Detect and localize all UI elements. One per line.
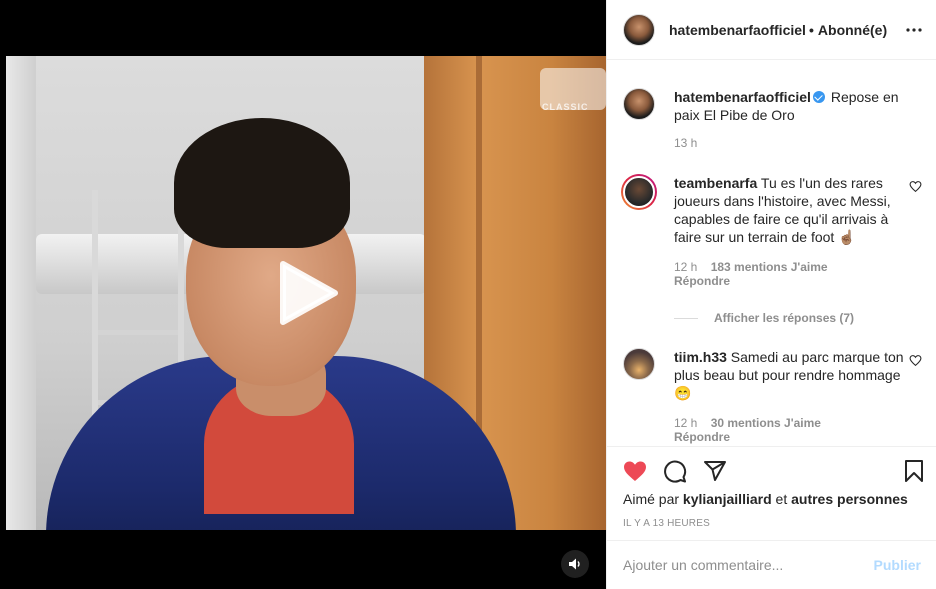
add-comment-bar: Publier (607, 540, 936, 589)
header-separator: • (809, 21, 814, 38)
avatar[interactable] (623, 88, 655, 120)
avatar[interactable] (621, 174, 657, 210)
avatar[interactable] (623, 13, 655, 46)
reply-button[interactable]: Répondre (674, 430, 914, 444)
channel-logo-sub: CLASSIC (542, 102, 589, 112)
bookmark-icon[interactable] (903, 459, 927, 483)
replies-divider (674, 317, 698, 319)
liked-by-prefix: Aimé par (623, 491, 680, 507)
video-scene-hair (174, 118, 350, 248)
comment-username[interactable]: tiim.h33 (674, 349, 727, 365)
more-icon[interactable] (904, 20, 924, 40)
verified-icon (812, 91, 825, 103)
post-header: hatembenarfaofficiel • Abonné(e) (607, 0, 936, 60)
view-replies-label[interactable]: Afficher les réponses (7) (714, 311, 854, 325)
post-timestamp[interactable]: Il y a 13 heures (623, 518, 710, 529)
play-icon[interactable] (273, 258, 343, 328)
video-player[interactable]: CLASSIC (0, 0, 606, 589)
comment-icon[interactable] (663, 459, 687, 483)
header-username[interactable]: hatembenarfaofficiel (669, 22, 805, 38)
comment-username[interactable]: teambenarfa (674, 175, 757, 191)
comment-input[interactable] (623, 557, 874, 573)
volume-icon[interactable] (561, 550, 589, 578)
post-actions: Aimé par kylianjailliard et autres perso… (607, 446, 936, 540)
share-icon[interactable] (703, 459, 727, 483)
video-scene-wall (6, 56, 36, 530)
reply-button[interactable]: Répondre (674, 274, 914, 288)
comment-likes[interactable]: 183 mentions J'aime (711, 260, 828, 274)
liked-by-conjunction: et (775, 491, 788, 507)
comment-body: tiim.h33 Samedi au parc marque ton plus … (674, 348, 914, 444)
heart-icon[interactable] (623, 459, 647, 483)
heart-icon[interactable] (909, 180, 923, 194)
post-side-panel: hatembenarfaofficiel • Abonné(e) hatembe… (606, 0, 936, 589)
publish-button[interactable]: Publier (874, 557, 921, 573)
caption-body: hatembenarfaofficiel Repose en paix El P… (674, 88, 914, 150)
caption-username[interactable]: hatembenarfaofficiel (674, 89, 811, 105)
comment-time[interactable]: 12 h (674, 260, 697, 274)
comment-time[interactable]: 12 h (674, 416, 697, 430)
follow-status[interactable]: Abonné(e) (818, 22, 887, 38)
liked-by-others[interactable]: autres personnes (791, 491, 908, 507)
caption-time[interactable]: 13 h (674, 136, 697, 150)
comment-body: teambenarfa Tu es l'un des rares joueurs… (674, 174, 914, 288)
comments-list[interactable]: hatembenarfaofficiel Repose en paix El P… (607, 60, 936, 446)
view-replies-button[interactable]: Afficher les réponses (7) (674, 311, 854, 325)
avatar[interactable] (623, 348, 655, 380)
liked-by: Aimé par kylianjailliard et autres perso… (623, 491, 908, 507)
liked-by-user[interactable]: kylianjailliard (683, 491, 772, 507)
heart-icon[interactable] (909, 354, 923, 368)
comment-likes[interactable]: 30 mentions J'aime (711, 416, 821, 430)
